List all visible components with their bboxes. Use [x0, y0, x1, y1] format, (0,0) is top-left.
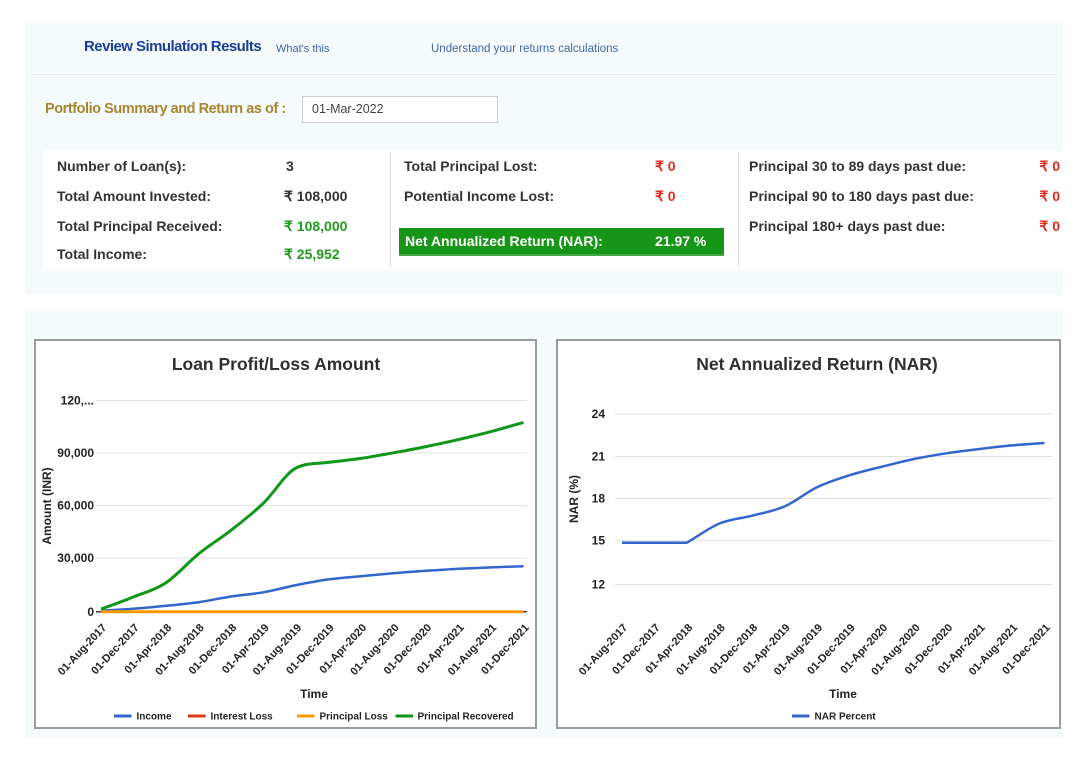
svg-text:Time: Time	[829, 687, 857, 701]
svg-text:120,...: 120,...	[61, 394, 94, 408]
svg-text:Income: Income	[137, 712, 172, 723]
svg-text:NAR Percent: NAR Percent	[815, 712, 877, 723]
svg-text:24: 24	[592, 407, 606, 421]
svg-text:18: 18	[592, 492, 606, 506]
svg-text:90,000: 90,000	[57, 446, 94, 460]
svg-text:NAR (%): NAR (%)	[567, 475, 581, 523]
svg-text:15: 15	[592, 534, 606, 548]
svg-text:21: 21	[592, 450, 606, 464]
svg-text:30,000: 30,000	[57, 551, 94, 565]
svg-text:Amount (INR): Amount (INR)	[40, 467, 54, 544]
svg-text:Principal Recovered: Principal Recovered	[418, 712, 514, 723]
svg-text:Loan Profit/Loss Amount: Loan Profit/Loss Amount	[172, 354, 381, 374]
svg-text:Time: Time	[300, 687, 328, 701]
svg-text:60,000: 60,000	[57, 499, 94, 513]
svg-text:Principal Loss: Principal Loss	[320, 712, 389, 723]
svg-text:0: 0	[87, 605, 94, 619]
svg-text:Interest Loss: Interest Loss	[211, 712, 274, 723]
svg-text:12: 12	[592, 578, 606, 592]
svg-text:Net Annualized Return (NAR): Net Annualized Return (NAR)	[696, 354, 937, 374]
